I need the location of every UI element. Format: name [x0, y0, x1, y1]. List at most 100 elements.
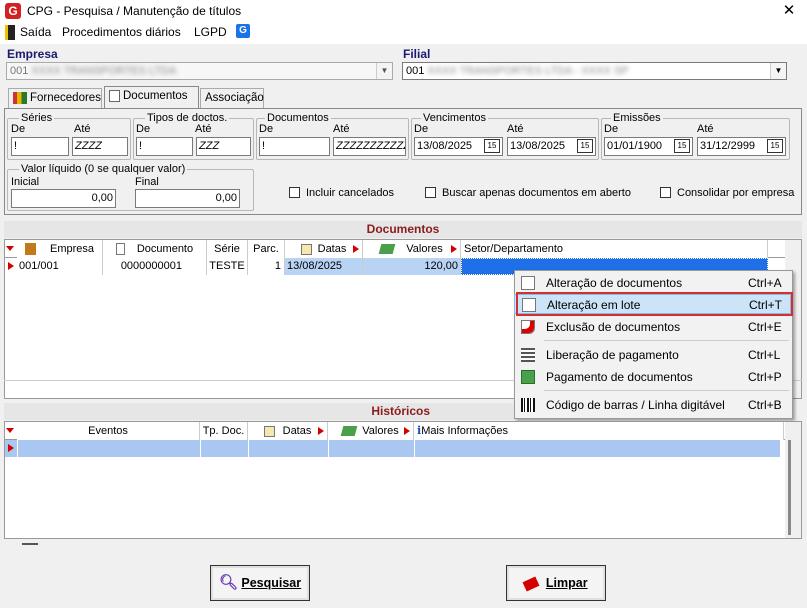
- vencimentos-de-label: De: [414, 123, 429, 135]
- scroll-thumb[interactable]: [788, 440, 791, 535]
- calendar-icon[interactable]: 15: [484, 139, 500, 153]
- tipos-ate-input[interactable]: ZZZ: [196, 137, 251, 156]
- barcode-icon: [521, 398, 535, 412]
- pesquisar-button[interactable]: 🔍︎ Pesquisar: [210, 565, 310, 601]
- menu-separator: [544, 390, 789, 391]
- divider: [328, 440, 329, 457]
- col-documento-label: Documento: [136, 243, 194, 255]
- window-title: CPG - Pesquisa / Manutenção de títulos: [27, 4, 242, 18]
- tab-label: Fornecedores: [30, 92, 101, 104]
- col-hist-datas[interactable]: Datas: [248, 422, 328, 440]
- vencimentos-title: Vencimentos: [421, 112, 488, 124]
- ctx-label: Alteração de documentos: [546, 276, 683, 290]
- incluir-cancelados-checkbox[interactable]: [289, 187, 300, 198]
- ctx-shortcut: Ctrl+B: [748, 398, 782, 412]
- series-ate-input[interactable]: ZZZZ: [72, 137, 128, 156]
- limpar-button[interactable]: Limpar: [506, 565, 606, 601]
- valor-inicial-input[interactable]: 0,00: [11, 189, 116, 208]
- sort-down-icon: [6, 246, 14, 251]
- col-datas[interactable]: Datas: [285, 240, 363, 258]
- series-de-label: De: [11, 123, 26, 135]
- column-menu-icon[interactable]: [353, 245, 359, 253]
- chevron-down-icon[interactable]: ▼: [770, 63, 786, 79]
- cell-data: 13/08/2025: [285, 258, 363, 275]
- documentos-ate-input[interactable]: ZZZZZZZZZZZZ: [333, 137, 406, 156]
- pesquisar-label: Pesquisar: [241, 576, 302, 590]
- col-serie[interactable]: Série: [207, 240, 248, 258]
- filial-label: Filial: [403, 47, 431, 61]
- ctx-liberacao-pagamento[interactable]: Liberação de pagamento Ctrl+L: [514, 345, 791, 365]
- app-logo-icon: G: [5, 3, 21, 19]
- highlight-box: [516, 292, 793, 316]
- cell-serie: TESTE: [207, 258, 248, 275]
- calendar-icon[interactable]: 15: [767, 139, 783, 153]
- ctx-label: Pagamento de documentos: [546, 370, 693, 384]
- menu-daily-procedures[interactable]: Procedimentos diários: [62, 25, 181, 39]
- row-indicator-icon: [8, 262, 14, 270]
- col-eventos[interactable]: Eventos: [17, 422, 200, 440]
- cell-parc: 1: [248, 258, 285, 275]
- splitter-handle[interactable]: [22, 543, 38, 545]
- calendar-icon: [263, 425, 275, 437]
- cell-documento: 0000000001: [103, 258, 207, 275]
- valor-final-input[interactable]: 0,00: [135, 189, 240, 208]
- menu-exit[interactable]: Saída: [20, 25, 51, 39]
- tipos-de-label: De: [136, 123, 151, 135]
- tipos-de-input[interactable]: !: [136, 137, 193, 156]
- col-valores-label: Valores: [406, 243, 443, 255]
- calendar-icon[interactable]: 15: [674, 139, 690, 153]
- series-ate-label: Até: [74, 123, 91, 135]
- ctx-label: Liberação de pagamento: [546, 348, 679, 362]
- chevron-down-icon[interactable]: ▼: [376, 63, 392, 79]
- tab-associacao[interactable]: Associação: [200, 88, 264, 108]
- table-row[interactable]: [5, 440, 780, 457]
- vencimentos-ate-label: Até: [507, 123, 524, 135]
- col-mais-info[interactable]: iMais Informações: [414, 422, 784, 440]
- col-parc[interactable]: Parc.: [248, 240, 285, 258]
- ctx-codigo-barras[interactable]: Código de barras / Linha digitável Ctrl+…: [514, 395, 791, 415]
- tipos-ate-label: Até: [195, 123, 212, 135]
- documentos-grid-header: Empresa Documento Série Parc. Datas Valo…: [5, 240, 801, 258]
- ctx-exclusao-documentos[interactable]: Exclusão de documentos Ctrl+E: [514, 317, 791, 337]
- consolidar-empresa-checkbox[interactable]: [660, 187, 671, 198]
- sort-down-icon: [6, 428, 14, 433]
- col-documento[interactable]: Documento: [103, 240, 207, 258]
- emissoes-ate-label: Até: [697, 123, 714, 135]
- calendar-icon[interactable]: 15: [577, 139, 593, 153]
- filial-combo[interactable]: 001 XXXX TRANSPORTES LTDA - XXXX SP ▼: [402, 62, 787, 80]
- col-empresa[interactable]: Empresa: [17, 240, 103, 258]
- column-menu-icon[interactable]: [318, 427, 324, 435]
- documentos-de-input[interactable]: !: [259, 137, 330, 156]
- filial-name: XXXX TRANSPORTES LTDA - XXXX SP: [427, 65, 629, 77]
- close-button[interactable]: ✕: [780, 1, 798, 21]
- tab-fornecedores[interactable]: Fornecedores: [8, 88, 102, 108]
- emissoes-ate-value: 31/12/2999: [700, 140, 756, 152]
- payment-icon: [521, 370, 535, 384]
- tab-label: Documentos: [123, 90, 188, 102]
- col-setor[interactable]: Setor/Departamento: [461, 240, 768, 258]
- tab-documentos[interactable]: Documentos: [104, 86, 199, 108]
- empresa-combo[interactable]: 001 XXXX TRANSPORTES LTDA ▼: [6, 62, 393, 80]
- column-menu-icon[interactable]: [404, 427, 410, 435]
- menu-lgpd[interactable]: LGPD: [194, 25, 227, 39]
- col-valores[interactable]: Valores: [363, 240, 461, 258]
- ctx-alteracao-documentos[interactable]: Alteração de documentos Ctrl+A: [514, 273, 791, 293]
- emissoes-title: Emissões: [611, 112, 663, 124]
- documentos-de-label: De: [259, 123, 274, 135]
- incluir-cancelados-label: Incluir cancelados: [306, 187, 395, 199]
- col-tp-doc[interactable]: Tp. Doc.: [200, 422, 248, 440]
- column-menu-icon[interactable]: [451, 245, 457, 253]
- document-icon: [109, 89, 120, 102]
- filial-code: 001: [406, 65, 425, 77]
- series-de-input[interactable]: !: [11, 137, 69, 156]
- emissoes-de-label: De: [604, 123, 619, 135]
- ctx-pagamento-documentos[interactable]: Pagamento de documentos Ctrl+P: [514, 367, 791, 387]
- g-logo-icon[interactable]: G: [236, 24, 250, 38]
- col-datas-label: Datas: [317, 243, 347, 255]
- documentos-abertos-label: Buscar apenas documentos em aberto: [442, 187, 631, 199]
- eraser-icon: [522, 576, 540, 592]
- col-hist-valores[interactable]: Valores: [328, 422, 414, 440]
- documentos-abertos-checkbox[interactable]: [425, 187, 436, 198]
- vencimentos-ate-value: 13/08/2025: [510, 140, 566, 152]
- tab-label: Associação: [205, 92, 264, 104]
